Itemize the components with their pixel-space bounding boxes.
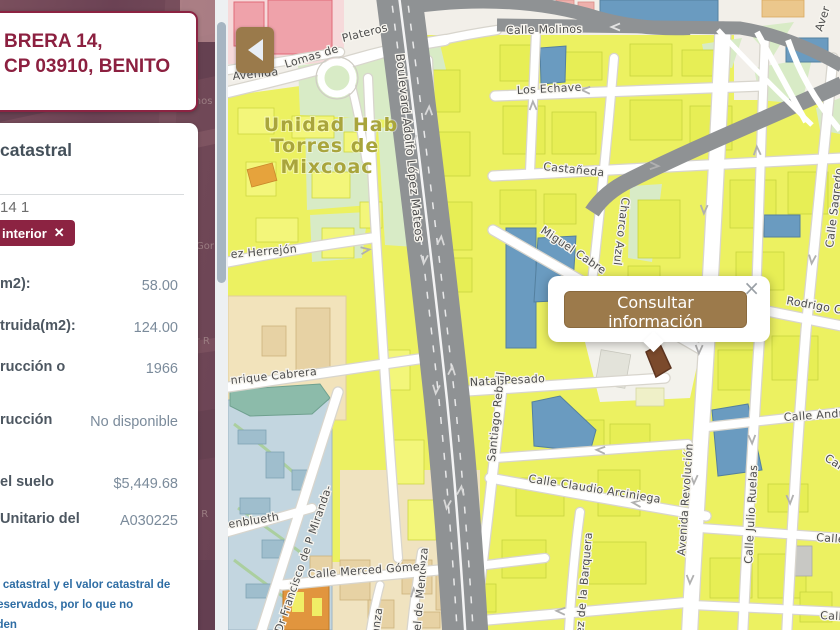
footnote-line1: enta catastral y el valor catastral de [0,579,171,591]
area-label-line2: Torres de [271,135,380,157]
consult-info-button[interactable]: Consultar información [564,291,747,331]
address-line2: CP 03910, BENITO [4,56,171,77]
street-label: Calle Molinos [506,23,583,37]
row-value: A030225 [119,513,178,529]
property-header-card: BRERA 14, CP 03910, BENITO [0,11,198,112]
data-row-construction: rucción No disponible [0,412,178,432]
left-arrow-icon [247,39,263,61]
section-title: catastral [0,140,72,160]
row-value: 58.00 [141,278,178,294]
chip-label: interior [2,225,47,241]
data-row-built-area: truida(m2): 124.00 [0,318,178,338]
row-label: Unitario del [0,511,80,527]
cadastral-detail-card: catastral 14 1 interior ✕ m2): 58.00 tru… [0,123,198,630]
row-label: rucción [0,412,53,428]
chip-close-icon[interactable]: ✕ [54,225,65,241]
row-value: No disponible [90,414,178,430]
row-label: el suelo [0,474,54,490]
overlay-street-label: Gor [196,241,214,252]
cadastral-viewer: CalCalle DCalle MCalle Andrésaranzaiguel… [0,0,840,630]
footnote-line2: os reservados, por lo que no pueden [0,599,134,630]
street-label: Calle D [820,609,840,624]
data-row-land-value: el suelo $5,449.68 [0,474,178,494]
data-row-construction-year: rucción o 1966 [0,359,178,379]
row-value: 124.00 [133,320,178,336]
row-value: 1966 [145,361,178,377]
data-row-land-area: m2): 58.00 [0,276,178,296]
sidebar-scrollbar-thumb[interactable] [217,22,226,283]
row-label: rucción o [0,359,66,375]
property-address: BRERA 14, CP 03910, BENITO [4,29,196,79]
row-label: truida(m2): [0,318,76,334]
area-label-line3: Mixcoac [280,156,373,178]
row-label: m2): [0,276,31,292]
map-popup: × Consultar información [548,276,770,353]
row-value: $5,449.68 [113,476,178,492]
area-label-line1: Unidad Hab [264,114,398,136]
data-row-unit-value: Unitario del A030225 [0,511,178,531]
legal-footnote: enta catastral y el valor catastral de o… [0,575,172,630]
divider [0,194,184,195]
account-number: 14 1 [0,199,30,216]
collapse-sidebar-button[interactable] [236,27,274,73]
sidebar-scrollbar-track[interactable] [215,0,228,630]
roundabout [317,58,357,98]
address-line1: BRERA 14, [4,31,103,52]
interior-chip[interactable]: interior ✕ [0,220,75,246]
